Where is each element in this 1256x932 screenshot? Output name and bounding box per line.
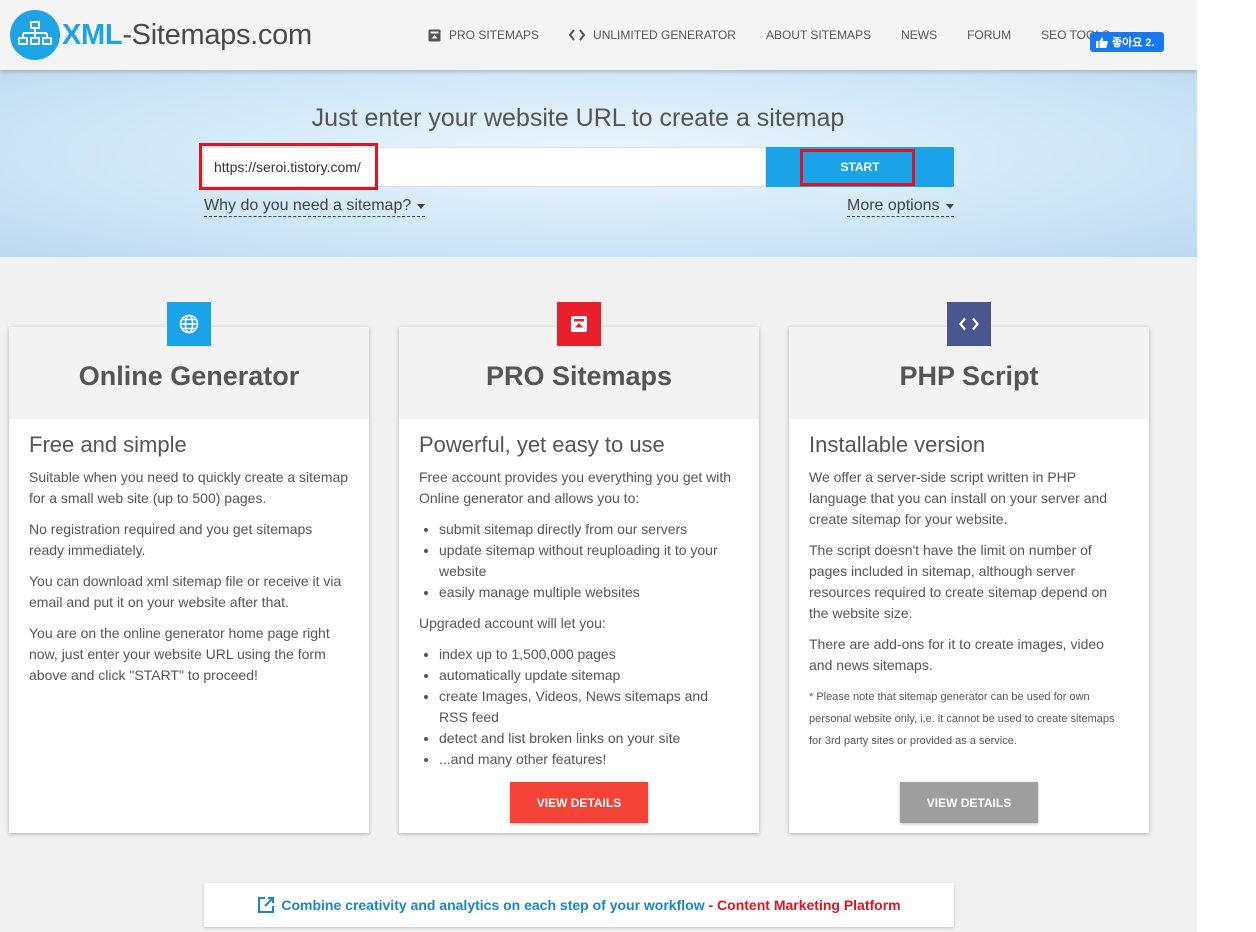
php-script-card: PHP Script Installable version We offer … [789,327,1149,833]
caret-down-icon [945,203,954,209]
nav-pro-sitemaps[interactable]: PRO SITEMAPS [428,28,539,42]
banner-text: Combine creativity and analytics on each… [281,897,705,913]
hero-section: Just enter your website URL to create a … [0,70,1197,257]
card-paragraph: You can download xml sitemap file or rec… [29,573,342,610]
nav-label: UNLIMITED GENERATOR [593,28,736,42]
caret-down-icon [417,203,426,209]
nav-label: FORUM [967,28,1012,42]
list-item: index up to 1,500,000 pages [439,644,739,665]
nav-label: ABOUT SITEMAPS [765,28,872,42]
logo-accent: XML [62,19,123,51]
card-subtitle: Installable version [809,432,986,457]
card-subtitle: Powerful, yet easy to use [419,432,665,457]
card-paragraph: Upgraded account will let you: [419,615,606,631]
card-title: PHP Script [899,360,1039,391]
list-item: create Images, Videos, News sitemaps and… [439,686,739,728]
upgraded-features-list: index up to 1,500,000 pages automaticall… [419,644,739,770]
card-paragraph: Suitable when you need to quickly create… [29,469,349,506]
usage-note: * Please note that sitemap generator can… [809,691,1115,747]
nav-label: PRO SITEMAPS [449,28,540,42]
list-item: detect and list broken links on your sit… [439,728,739,749]
card-paragraph: We offer a server-side script written in… [809,469,1108,527]
card-title: PRO Sitemaps [485,360,673,391]
nav-news[interactable]: NEWS [901,28,937,42]
banner-separator: - [704,897,718,913]
pro-view-details-button[interactable]: VIEW DETAILS [510,782,648,823]
card-paragraph: There are add-ons for it to create image… [809,636,1104,673]
code-brackets-icon [569,29,586,41]
hero-title: Just enter your website URL to create a … [311,104,845,132]
facebook-like-button[interactable]: 좋아요 2. [1090,32,1164,52]
why-sitemap-link[interactable]: Why do you need a sitemap? [204,196,426,217]
card-body: Installable version We offer a server-si… [789,419,1149,752]
pro-sitemaps-icon [557,302,601,346]
card-body: Powerful, yet easy to use Free account p… [399,419,759,770]
card-title: Online Generator [78,360,300,391]
thumbs-up-icon [1096,37,1108,48]
pro-sitemaps-icon [428,29,441,41]
logo-text: XML-Sitemaps.com [62,10,312,60]
content-marketing-banner[interactable]: Combine creativity and analytics on each… [204,883,954,927]
page: XML-Sitemaps.com PRO SITEMAPS UNLIMITED … [0,0,1197,932]
nav-unlimited-generator[interactable]: UNLIMITED GENERATOR [569,28,736,42]
website-url-input[interactable] [203,147,766,187]
list-item: submit sitemap directly from our servers [439,519,739,540]
start-button[interactable]: START [766,147,954,187]
site-header: XML-Sitemaps.com PRO SITEMAPS UNLIMITED … [0,0,1197,70]
php-view-details-button[interactable]: VIEW DETAILS [900,782,1038,823]
banner-link-text: Content Marketing Platform [717,897,901,913]
list-item: automatically update sitemap [439,665,739,686]
list-item: ...and many other features! [439,749,739,770]
nav-label: NEWS [901,28,938,42]
card-subtitle: Free and simple [29,432,187,457]
site-logo[interactable]: XML-Sitemaps.com [10,10,312,60]
list-item: update sitemap without reuploading it to… [439,540,739,582]
nav-forum[interactable]: FORUM [967,28,1011,42]
logo-rest: -Sitemaps.com [122,19,312,51]
external-link-icon [258,897,275,913]
list-item: easily manage multiple websites [439,582,739,603]
code-brackets-icon [947,302,991,346]
card-paragraph: Free account provides you everything you… [419,469,732,506]
pro-sitemaps-card: PRO Sitemaps Powerful, yet easy to use F… [399,327,759,833]
online-generator-card: Online Generator Free and simple Suitabl… [9,327,369,833]
card-paragraph: No registration required and you get sit… [29,521,313,558]
card-paragraph: You are on the online generator home pag… [29,625,330,683]
more-options-link[interactable]: More options [847,196,954,217]
main-nav: PRO SITEMAPS UNLIMITED GENERATOR ABOUT S… [428,0,1140,70]
sitemap-icon [10,10,60,60]
nav-about-sitemaps[interactable]: ABOUT SITEMAPS [766,28,871,42]
facebook-like-count: 좋아요 2. [1112,37,1155,49]
globe-icon [167,302,211,346]
card-paragraph: The script doesn't have the limit on num… [809,542,1108,621]
why-sitemap-label: Why do you need a sitemap? [204,197,412,214]
card-body: Free and simple Suitable when you need t… [9,419,369,686]
more-options-label: More options [847,197,940,214]
free-features-list: submit sitemap directly from our servers… [419,519,739,603]
